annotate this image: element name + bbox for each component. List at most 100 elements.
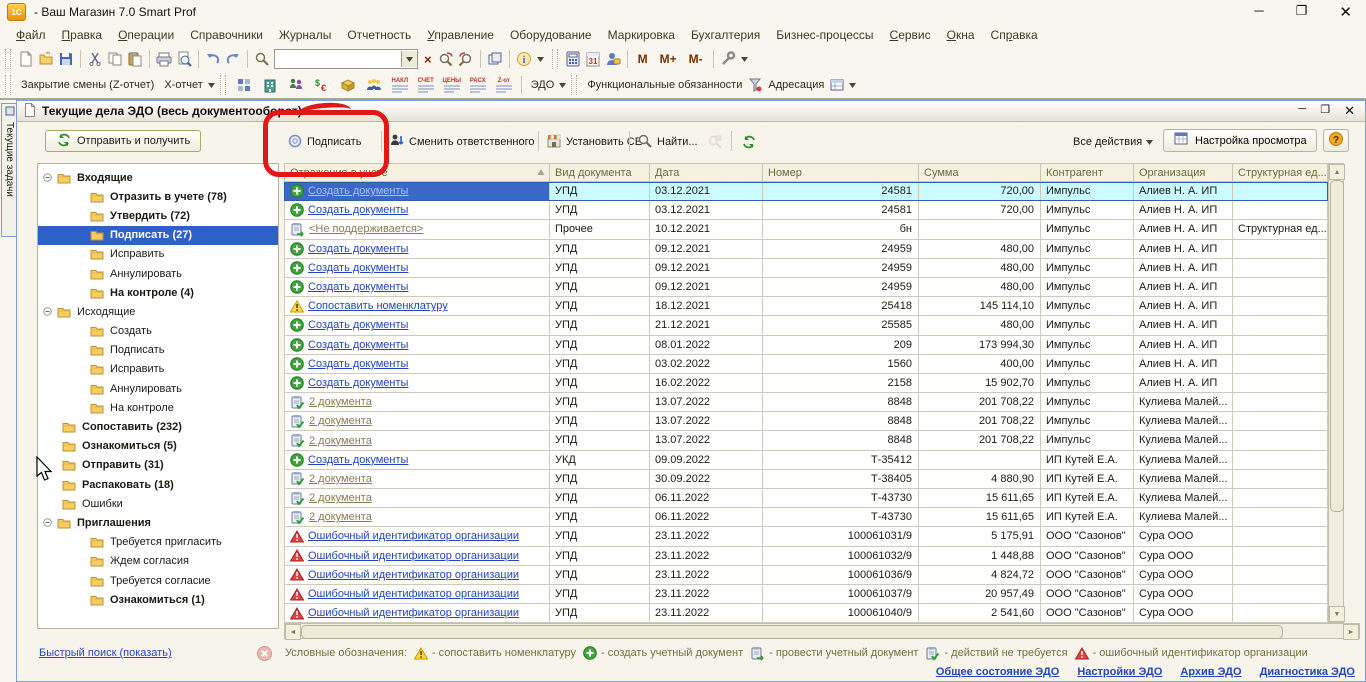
row-action-link[interactable]: Создать документы: [308, 377, 408, 389]
column-header-5[interactable]: Сумма: [919, 163, 1041, 182]
table-row-17[interactable]: 2 документаУПД06.11.2022Т-4373015 611,65…: [284, 489, 1328, 508]
expander-icon[interactable]: [43, 518, 52, 527]
table-row-2[interactable]: Создать документыУПД03.12.202124581720,0…: [284, 201, 1328, 220]
tree-item-12[interactable]: Аннулировать: [38, 379, 278, 398]
currency-button[interactable]: $€: [312, 75, 332, 95]
table-row-8[interactable]: Создать документыУПД21.12.202125585480,0…: [284, 316, 1328, 335]
column-header-3[interactable]: Дата: [650, 163, 763, 182]
legend-close-icon[interactable]: [257, 646, 272, 661]
calculator-button[interactable]: [563, 49, 583, 69]
menu-4[interactable]: Справочники: [182, 25, 271, 45]
print-preview-button[interactable]: [174, 49, 194, 69]
table-row-21[interactable]: Ошибочный идентификатор организацииУПД23…: [284, 566, 1328, 585]
find-button[interactable]: [252, 49, 272, 69]
row-action-link[interactable]: Ошибочный идентификатор организации: [308, 588, 519, 600]
dropdown-icon[interactable]: [537, 57, 544, 62]
tree-item-5[interactable]: Исправить: [38, 245, 278, 264]
menu-10[interactable]: Бухгалтерия: [683, 25, 768, 45]
menu-1[interactable]: Файл: [8, 25, 54, 45]
menu-8[interactable]: Оборудование: [502, 25, 600, 45]
row-action-link[interactable]: Создать документы: [308, 454, 408, 466]
tree-item-6[interactable]: Аннулировать: [38, 264, 278, 283]
report-doc-button-3[interactable]: ЦЕНЫ: [440, 78, 464, 93]
table-row-11[interactable]: Создать документыУПД16.02.2022215815 902…: [284, 374, 1328, 393]
table-row-22[interactable]: Ошибочный идентификатор организацииУПД23…: [284, 585, 1328, 604]
quick-search-link[interactable]: Быстрый поиск (показать): [39, 647, 172, 659]
menu-13[interactable]: Окна: [939, 25, 983, 45]
scroll-up-button[interactable]: ▲: [1329, 164, 1345, 180]
report-doc-button-2[interactable]: СЧЕТ: [414, 78, 438, 93]
menu-12[interactable]: Сервис: [882, 25, 939, 45]
column-header-6[interactable]: Контрагент: [1041, 163, 1134, 182]
edo-link-4[interactable]: Диагностика ЭДО: [1260, 666, 1355, 678]
tree-item-16[interactable]: Отправить (31): [38, 456, 278, 475]
row-action-link[interactable]: Ошибочный идентификатор организации: [308, 530, 519, 542]
memory-button-m-[interactable]: M-: [683, 52, 709, 66]
row-action-link[interactable]: 2 документа: [309, 435, 372, 447]
menu-14[interactable]: Справка: [983, 25, 1046, 45]
column-header-8[interactable]: Структурная ед...: [1233, 163, 1328, 182]
table-row-14[interactable]: 2 документаУПД13.07.20228848201 708,22Им…: [284, 431, 1328, 450]
functional-duties-button[interactable]: Функциональные обязанности: [582, 79, 747, 91]
employees-button[interactable]: [286, 75, 306, 95]
table-row-19[interactable]: Ошибочный идентификатор организацииУПД23…: [284, 527, 1328, 546]
expander-icon[interactable]: [43, 173, 52, 182]
calendar-button[interactable]: 31: [583, 49, 603, 69]
column-header-7[interactable]: Организация: [1134, 163, 1233, 182]
interface-blocks-button[interactable]: [234, 75, 254, 95]
row-action-link[interactable]: Создать документы: [308, 243, 408, 255]
tree-item-14[interactable]: Сопоставить (232): [38, 417, 278, 436]
open-folder-button[interactable]: [36, 49, 56, 69]
scroll-down-button[interactable]: ▼: [1329, 606, 1345, 622]
table-row-4[interactable]: Создать документыУПД09.12.202124959480,0…: [284, 240, 1328, 259]
table-row-9[interactable]: Создать документыУПД08.01.2022209173 994…: [284, 336, 1328, 355]
report-doc-button-5[interactable]: Z-от: [492, 78, 516, 93]
scroll-left-button[interactable]: ◄: [285, 624, 301, 640]
tree-item-8[interactable]: Исходящие: [38, 302, 278, 321]
edo-link-3[interactable]: Архив ЭДО: [1180, 666, 1241, 678]
memory-button-m[interactable]: M: [632, 52, 654, 66]
box-button[interactable]: [338, 75, 358, 95]
tree-item-1[interactable]: Входящие: [38, 168, 278, 187]
edo-close-button[interactable]: ✕: [1344, 103, 1355, 119]
row-action-link[interactable]: Создать документы: [308, 262, 408, 274]
x-report-button[interactable]: X-отчет: [159, 79, 207, 91]
tree-item-4[interactable]: Подписать (27): [38, 226, 278, 245]
menu-6[interactable]: Отчетность: [339, 25, 419, 45]
vertical-scroll-thumb[interactable]: [1330, 180, 1344, 512]
column-header-2[interactable]: Вид документа: [550, 163, 650, 182]
save-button[interactable]: [56, 49, 76, 69]
staff-button[interactable]: [364, 75, 384, 95]
edo-link-1[interactable]: Общее состояние ЭДО: [936, 666, 1060, 678]
table-row-20[interactable]: Ошибочный идентификатор организацииУПД23…: [284, 547, 1328, 566]
tree-item-18[interactable]: Ошибки: [38, 494, 278, 513]
tree-item-22[interactable]: Требуется согласие: [38, 571, 278, 590]
row-action-link[interactable]: 2 документа: [309, 492, 372, 504]
redo-button[interactable]: [223, 49, 243, 69]
memory-button-m+[interactable]: M+: [654, 52, 683, 66]
table-row-23[interactable]: Ошибочный идентификатор организацииУПД23…: [284, 604, 1328, 623]
column-header-1[interactable]: Отражение в учете: [284, 163, 550, 182]
windows-stack-button[interactable]: [485, 49, 505, 69]
tree-item-7[interactable]: На контроле (4): [38, 283, 278, 302]
row-action-link[interactable]: Сопоставить номенклатуру: [308, 300, 448, 312]
sign-button[interactable]: Подписать: [287, 132, 361, 152]
menu-3[interactable]: Операции: [110, 25, 182, 45]
undo-button[interactable]: [203, 49, 223, 69]
tree-item-23[interactable]: Ознакомиться (1): [38, 590, 278, 609]
tree-item-9[interactable]: Создать: [38, 322, 278, 341]
close-button[interactable]: ✕: [1339, 3, 1352, 21]
copy-button[interactable]: [105, 49, 125, 69]
table-row-18[interactable]: 2 документаУПД06.11.2022Т-4373015 611,65…: [284, 508, 1328, 527]
print-button[interactable]: [154, 49, 174, 69]
help-button[interactable]: ?: [1323, 129, 1349, 152]
find-prev-button[interactable]: [456, 49, 476, 69]
tree-item-15[interactable]: Ознакомиться (5): [38, 437, 278, 456]
tree-item-17[interactable]: Распаковать (18): [38, 475, 278, 494]
table-row-3[interactable]: <Не поддерживается>Прочее10.12.2021бнИмп…: [284, 220, 1328, 239]
table-row-6[interactable]: Создать документыУПД09.12.202124959480,0…: [284, 278, 1328, 297]
close-shift-button[interactable]: Закрытие смены (Z-отчет): [16, 79, 159, 91]
dropdown-icon[interactable]: [559, 83, 566, 88]
tree-item-11[interactable]: Исправить: [38, 360, 278, 379]
view-settings-button[interactable]: Настройка просмотра: [1163, 129, 1317, 152]
